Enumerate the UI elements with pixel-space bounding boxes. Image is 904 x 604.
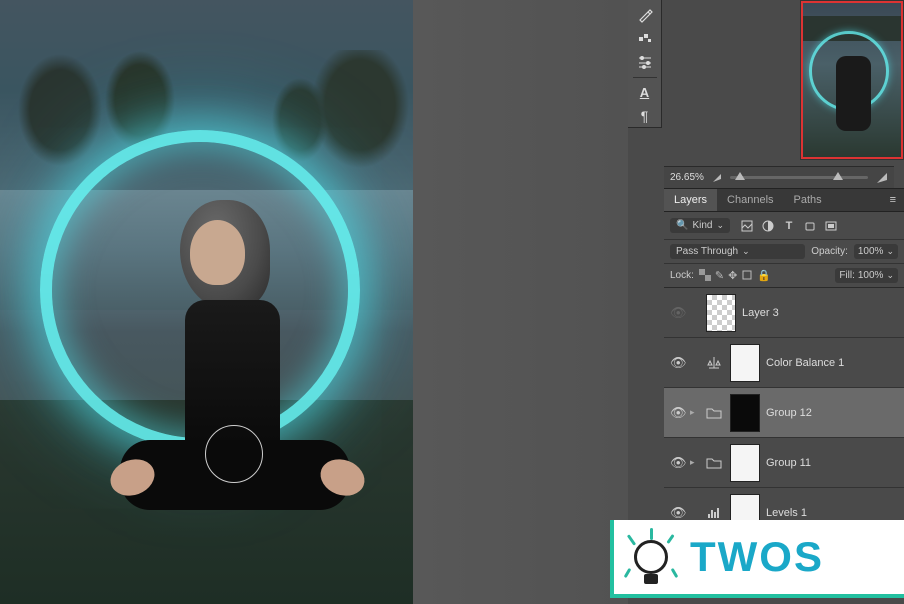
tab-paths[interactable]: Paths xyxy=(784,189,832,211)
document-canvas[interactable] xyxy=(0,0,413,604)
lock-position-icon[interactable]: ✥ xyxy=(728,269,737,282)
fill-label: Fill: xyxy=(839,270,855,281)
character-panel-icon[interactable]: A xyxy=(631,82,659,104)
layers-list: 👁 Layer 3 👁 Color Balance 1 👁 ▸ Group 12… xyxy=(664,288,904,538)
folder-icon xyxy=(706,456,724,470)
chevron-down-icon: ⌄ xyxy=(716,220,724,231)
tab-layers[interactable]: Layers xyxy=(664,189,717,211)
lock-paint-icon[interactable]: ✎ xyxy=(715,269,724,282)
layer-row-colorbalance[interactable]: 👁 Color Balance 1 xyxy=(664,338,904,388)
zoom-slider-thumb[interactable] xyxy=(735,172,745,180)
layer-mask-thumbnail[interactable] xyxy=(730,344,760,382)
brush-panel-icon[interactable] xyxy=(631,4,659,26)
opacity-field[interactable]: 100% ⌄ xyxy=(854,244,898,259)
layer-mask-thumbnail[interactable] xyxy=(730,394,760,432)
brush-cursor-ring xyxy=(205,425,263,483)
workspace-background xyxy=(413,0,628,604)
lock-label: Lock: xyxy=(670,270,694,281)
layer-row-group11[interactable]: 👁 ▸ Group 11 xyxy=(664,438,904,488)
layer-filter-bar: 🔍 Kind ⌄ T xyxy=(664,212,904,240)
opacity-value: 100% xyxy=(858,246,884,257)
filter-adjustment-icon[interactable] xyxy=(759,218,777,234)
navigator-preview[interactable] xyxy=(800,0,904,160)
panel-menu-icon[interactable]: ≡ xyxy=(882,189,904,211)
layer-thumbnail[interactable] xyxy=(706,294,736,332)
zoom-large-icon xyxy=(876,172,888,184)
lock-artboard-icon[interactable] xyxy=(741,269,753,282)
visibility-toggle[interactable]: 👁 xyxy=(670,505,684,521)
filter-type-icon[interactable]: T xyxy=(780,218,798,234)
zoom-small-icon xyxy=(712,173,722,183)
layer-row-layer3[interactable]: 👁 Layer 3 xyxy=(664,288,904,338)
zoom-slider-max[interactable] xyxy=(833,172,843,180)
tab-channels[interactable]: Channels xyxy=(717,189,783,211)
adjustment-levels-icon xyxy=(706,506,724,520)
fill-field[interactable]: Fill: 100% ⌄ xyxy=(835,268,898,283)
navigator-view-box[interactable] xyxy=(801,1,903,159)
filter-shape-icon[interactable] xyxy=(801,218,819,234)
lightbulb-icon xyxy=(620,526,682,588)
layer-mask-thumbnail[interactable] xyxy=(730,444,760,482)
layer-name-label[interactable]: Color Balance 1 xyxy=(766,357,844,369)
layer-filter-kind[interactable]: 🔍 Kind ⌄ xyxy=(670,218,730,233)
adjustments-icon[interactable] xyxy=(631,51,659,73)
expand-toggle[interactable]: ▸ xyxy=(690,407,700,418)
fill-value: 100% xyxy=(858,270,884,281)
lock-all-icon[interactable]: 🔒 xyxy=(757,269,771,282)
filter-kind-label: Kind xyxy=(692,220,712,231)
watermark-text: TWOS xyxy=(690,533,824,581)
clone-source-icon[interactable] xyxy=(631,28,659,50)
chevron-down-icon: ⌄ xyxy=(886,246,894,257)
layer-name-label[interactable]: Group 11 xyxy=(766,457,811,469)
expand-toggle[interactable]: ▸ xyxy=(690,457,700,468)
opacity-label: Opacity: xyxy=(811,246,848,257)
filter-pixel-icon[interactable] xyxy=(738,218,756,234)
person-figure xyxy=(110,200,370,540)
chevron-down-icon: ⌄ xyxy=(742,246,750,257)
blend-mode-value: Pass Through xyxy=(676,246,738,257)
layer-name-label[interactable]: Levels 1 xyxy=(766,507,807,519)
adjustment-balance-icon xyxy=(706,356,724,370)
zoom-slider[interactable] xyxy=(730,176,868,179)
navigator-zoom-bar: 26.65% xyxy=(664,166,894,188)
folder-icon xyxy=(706,406,724,420)
lock-transparent-icon[interactable] xyxy=(699,269,711,282)
visibility-toggle[interactable]: 👁 xyxy=(670,305,684,321)
visibility-toggle[interactable]: 👁 xyxy=(670,355,684,371)
watermark-badge: TWOS xyxy=(610,520,904,598)
chevron-down-icon: ⌄ xyxy=(886,270,894,281)
visibility-toggle[interactable]: 👁 xyxy=(670,405,684,421)
toolbar-divider xyxy=(633,77,657,78)
blend-mode-select[interactable]: Pass Through ⌄ xyxy=(670,244,805,259)
zoom-value: 26.65% xyxy=(670,172,704,183)
lock-fill-bar: Lock: ✎ ✥ 🔒 Fill: 100% ⌄ xyxy=(664,264,904,288)
layer-name-label[interactable]: Group 12 xyxy=(766,407,812,419)
visibility-toggle[interactable]: 👁 xyxy=(670,455,684,471)
layer-name-label[interactable]: Layer 3 xyxy=(742,307,779,319)
blend-opacity-bar: Pass Through ⌄ Opacity: 100% ⌄ xyxy=(664,240,904,264)
panel-tabs: Layers Channels Paths ≡ xyxy=(664,188,904,212)
paragraph-panel-icon[interactable]: ¶ xyxy=(631,105,659,127)
collapsed-panel-dock: A ¶ xyxy=(628,0,662,128)
filter-smart-icon[interactable] xyxy=(822,218,840,234)
layer-row-group12[interactable]: 👁 ▸ Group 12 xyxy=(664,388,904,438)
search-icon: 🔍 xyxy=(676,220,688,231)
